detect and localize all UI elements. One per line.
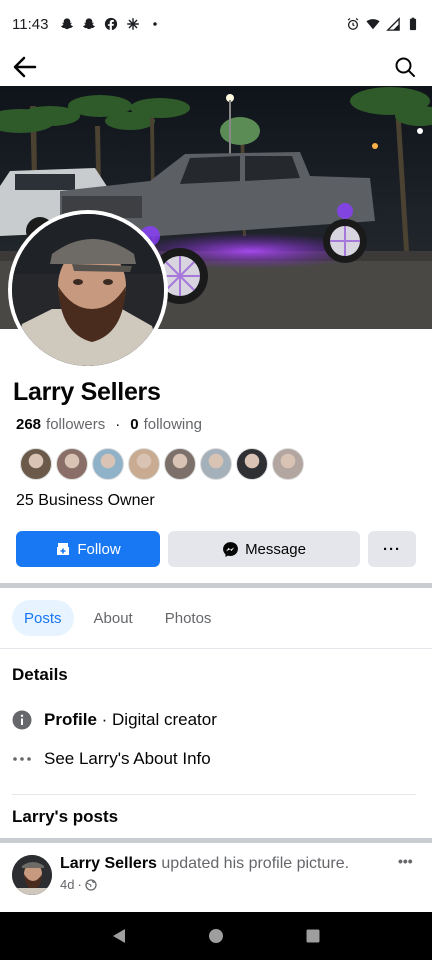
system-navigation-bar (0, 912, 432, 960)
follower-avatar[interactable] (92, 448, 124, 480)
post-headline: Larry Sellers updated his profile pictur… (60, 855, 349, 873)
follower-avatar[interactable] (164, 448, 196, 480)
profile-photo (12, 214, 164, 366)
dot-icon (153, 22, 158, 26)
tab-about[interactable]: About (82, 600, 145, 636)
tab-posts[interactable]: Posts (12, 600, 74, 636)
search-icon (395, 57, 415, 77)
back-button[interactable] (10, 52, 40, 82)
follow-button[interactable]: Follow (16, 531, 160, 567)
search-button[interactable] (390, 52, 420, 82)
detail-profile-label: Profile (44, 710, 97, 729)
stats-separator: · (115, 416, 121, 433)
message-button[interactable]: Message (168, 531, 360, 567)
info-icon (12, 710, 32, 730)
follower-avatar[interactable] (272, 448, 304, 480)
arrow-left-icon (13, 56, 37, 78)
profile-name: Larry Sellers (13, 378, 161, 406)
follow-icon (57, 543, 70, 555)
message-label: Message (245, 540, 306, 558)
post-author-avatar[interactable] (12, 855, 52, 895)
follower-avatar[interactable] (236, 448, 268, 480)
post-more-button[interactable]: ••• (398, 853, 422, 873)
more-options-icon: ··· (383, 540, 401, 558)
tab-photos[interactable]: Photos (153, 600, 224, 636)
detail-profile-value: · Digital creator (96, 710, 217, 729)
post-meta: 4d · (60, 877, 97, 892)
system-back-button[interactable] (107, 924, 131, 948)
wifi-icon (366, 19, 380, 30)
see-about-info-link: See Larry's About Info (44, 749, 211, 768)
profile-actions: Follow Message ··· (16, 531, 416, 567)
more-dots-icon (13, 757, 31, 761)
battery-icon (409, 17, 417, 31)
profile-bio: 25 Business Owner (16, 492, 155, 509)
signal-icon (386, 17, 400, 31)
followers-count[interactable]: 268 (16, 416, 41, 433)
follower-avatar[interactable] (200, 448, 232, 480)
follower-avatar[interactable] (56, 448, 88, 480)
system-home-button[interactable] (204, 924, 228, 948)
messenger-icon (223, 541, 238, 557)
posts-divider (0, 838, 432, 843)
globe-icon (85, 878, 97, 891)
more-options-button[interactable]: ··· (368, 531, 416, 567)
follow-stats: 268 followers · 0 following (16, 416, 202, 433)
alarm-icon (347, 18, 359, 30)
details-divider (12, 794, 416, 795)
post-action: updated his profile picture. (156, 855, 350, 872)
author-photo (12, 855, 52, 895)
snapchat-icon (61, 18, 74, 30)
triangle-back-icon (112, 929, 125, 943)
status-time: 11:43 (12, 15, 49, 33)
status-bar: 11:43 (0, 0, 432, 48)
square-recents-icon (306, 929, 320, 943)
snapchat-icon (83, 18, 96, 30)
follower-avatar[interactable] (20, 448, 52, 480)
detail-profile-text: Profile · Digital creator (44, 710, 217, 730)
posts-title: Larry's posts (12, 807, 119, 826)
facebook-icon (105, 17, 118, 31)
follower-avatar[interactable] (128, 448, 160, 480)
system-recents-button[interactable] (301, 924, 325, 948)
tabs-divider (0, 648, 432, 649)
post-item: Larry Sellers updated his profile pictur… (12, 853, 422, 897)
details-title: Details (12, 665, 68, 684)
post-time[interactable]: 4d (60, 877, 74, 892)
post-author[interactable]: Larry Sellers (60, 855, 157, 872)
profile-tabs: Posts About Photos (12, 600, 223, 636)
following-count[interactable]: 0 (130, 416, 138, 433)
profile-avatar[interactable] (8, 210, 168, 370)
section-divider (0, 583, 432, 588)
see-about-info-row[interactable]: See Larry's About Info (12, 749, 211, 769)
detail-profile-row[interactable]: Profile · Digital creator (12, 710, 217, 730)
post-meta-separator: · (77, 877, 82, 892)
follow-label: Follow (77, 540, 121, 558)
follower-avatars (20, 448, 304, 480)
circle-home-icon (208, 929, 223, 943)
pinwheel-icon (127, 18, 140, 30)
following-label[interactable]: following (144, 416, 202, 433)
top-navigation (0, 48, 432, 86)
followers-label[interactable]: followers (46, 416, 105, 433)
